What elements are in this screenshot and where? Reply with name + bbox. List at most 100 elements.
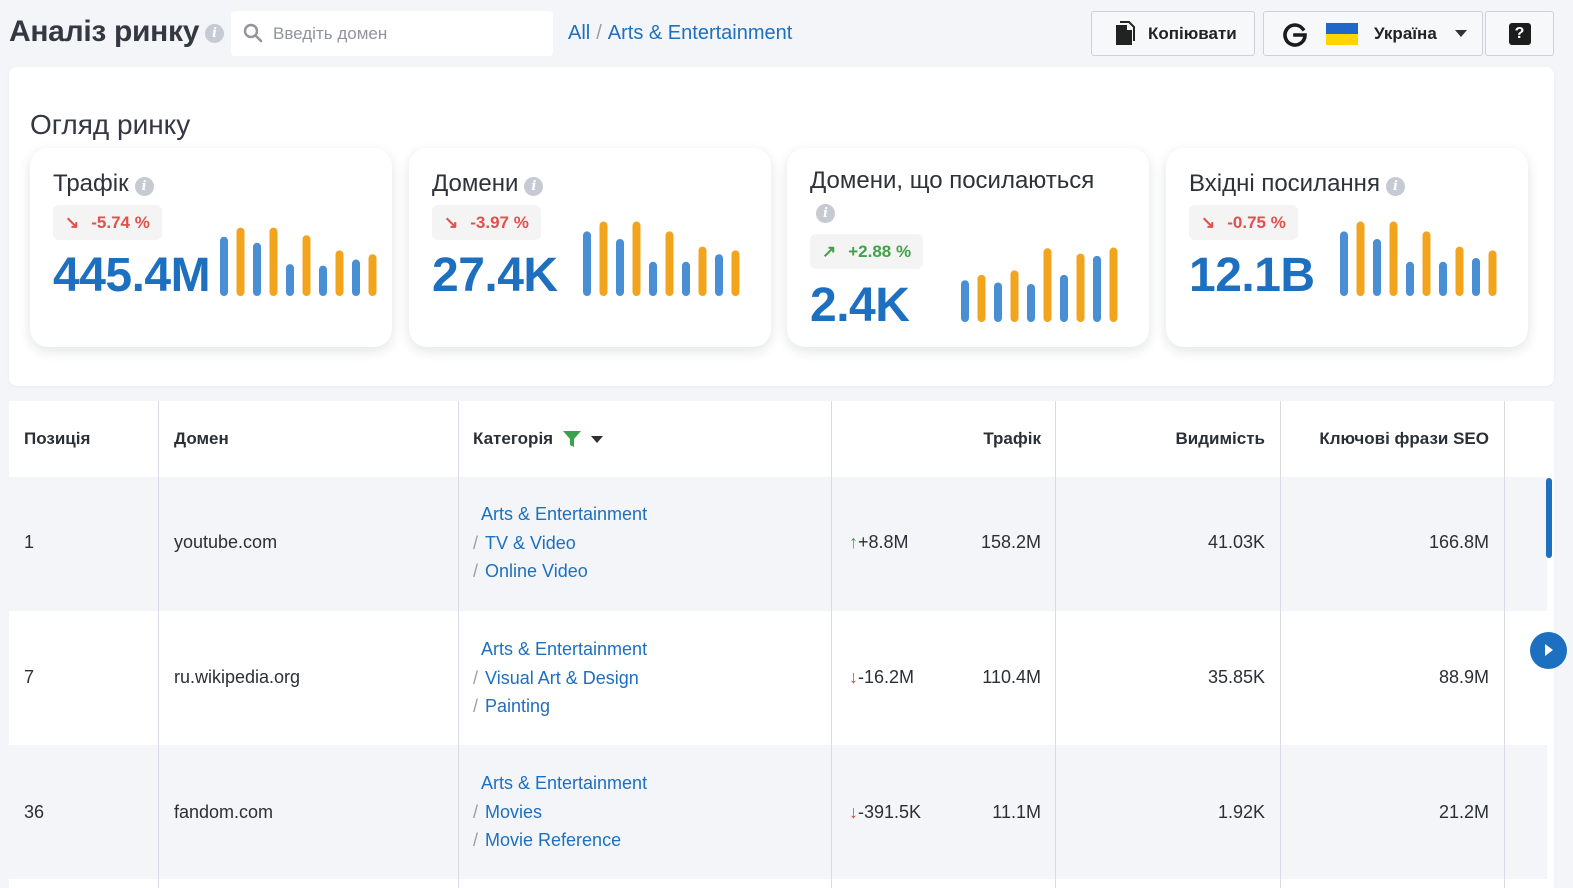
spark-bar: [961, 280, 969, 322]
arrow-down-icon: ↓: [849, 802, 858, 822]
keywords-cell: 166.8M: [1428, 532, 1489, 552]
metric-value: 27.4K: [432, 249, 558, 302]
spark-bar: [368, 254, 377, 296]
copy-button[interactable]: Копіювати: [1091, 11, 1255, 56]
domains-card: Домени i ↘ -3.97 % 27.4K: [409, 148, 771, 347]
category-link[interactable]: Movies: [485, 802, 542, 822]
spark-bar: [269, 227, 278, 296]
search-icon: [243, 23, 263, 43]
domain-cell[interactable]: fandom.com: [174, 802, 273, 823]
market-overview-panel: Огляд ринку Трафік i ↘ -5.74 % 445.4M Доме…: [9, 67, 1554, 386]
keywords-cell: 88.9M: [1438, 667, 1489, 687]
visibility-cell: 35.85K: [1207, 667, 1265, 687]
subcategory: / Movie Reference: [473, 830, 622, 850]
column-divider: [1055, 401, 1056, 888]
arrow-down-right-icon: ↘: [1201, 212, 1216, 232]
spark-bar: [715, 254, 723, 296]
category-link[interactable]: Movie Reference: [485, 830, 621, 850]
spark-bar: [1340, 231, 1348, 296]
trend-value: +8.8M: [858, 532, 909, 552]
search-input[interactable]: [273, 11, 543, 56]
card-title: Домени i: [432, 170, 544, 198]
referring-domains-sparkline: [961, 247, 1118, 322]
subcategory: / Online Video: [473, 561, 588, 581]
chevron-down-icon[interactable]: [591, 435, 604, 443]
subcategory: / Movies: [473, 802, 543, 822]
table-row[interactable]: 7 ru.wikipedia.org Arts & Entertainment …: [9, 611, 1547, 745]
metric-value: 12.1B: [1189, 249, 1315, 302]
card-title: Домени, що посилаються i: [810, 166, 1120, 226]
spark-bar: [1060, 274, 1068, 322]
column-header-position[interactable]: Позиція: [24, 401, 91, 477]
region-selector[interactable]: Україна: [1263, 11, 1483, 56]
traffic-cell: 158.2M: [980, 532, 1041, 552]
spark-bar: [583, 231, 591, 296]
info-icon[interactable]: i: [1385, 177, 1405, 196]
category-link[interactable]: Painting: [485, 696, 550, 716]
spark-bar: [1373, 239, 1381, 296]
table-row[interactable]: 36 fandom.com Arts & Entertainment / Movi…: [9, 745, 1547, 879]
subcategory: / Painting: [473, 696, 551, 716]
column-header-category[interactable]: Категорія: [473, 401, 604, 477]
column-header-traffic[interactable]: Трафік: [849, 401, 1041, 477]
spark-bar: [599, 221, 608, 296]
google-icon: [1283, 22, 1307, 47]
spark-bar: [649, 261, 657, 296]
info-icon[interactable]: i: [205, 24, 224, 43]
copy-label: Копіювати: [1148, 23, 1237, 43]
column-header-keywords[interactable]: Ключові фрази SEO: [1299, 401, 1489, 477]
spark-bar: [302, 235, 311, 296]
delta-value: -3.97 %: [470, 212, 529, 232]
referring-domains-card: Домени, що посилаються i ↗ +2.88 % 2.4K: [787, 148, 1149, 347]
category-link[interactable]: Online Video: [485, 561, 588, 581]
traffic-sparkline: [220, 227, 377, 296]
category-link[interactable]: Arts & Entertainment: [481, 773, 647, 794]
info-icon[interactable]: i: [816, 204, 835, 223]
delta-badge: ↗ +2.88 %: [810, 234, 924, 269]
column-divider: [1280, 401, 1281, 888]
domain-cell[interactable]: ru.wikipedia.org: [174, 667, 300, 688]
help-button[interactable]: ?: [1485, 11, 1554, 56]
category-link[interactable]: Arts & Entertainment: [481, 639, 647, 660]
spark-bar: [731, 250, 740, 296]
metric-value: 2.4K: [810, 279, 910, 332]
breadcrumb-all[interactable]: All: [568, 22, 590, 44]
card-title-text: Вхідні посилання: [1189, 170, 1380, 197]
help-icon: ?: [1508, 22, 1531, 45]
spark-bar: [1422, 231, 1431, 296]
category-link[interactable]: Visual Art & Design: [485, 668, 639, 688]
filter-icon[interactable]: [563, 430, 582, 448]
breadcrumb-category[interactable]: Arts & Entertainment: [608, 22, 793, 44]
card-title: Вхідні посилання i: [1189, 170, 1405, 198]
domain-search[interactable]: [231, 11, 553, 56]
spark-bar: [1076, 253, 1085, 322]
overview-title: Огляд ринку: [30, 109, 191, 140]
spark-bar: [698, 246, 707, 296]
info-icon[interactable]: i: [134, 177, 154, 196]
copy-icon: [1116, 20, 1135, 45]
table-row[interactable]: 1 youtube.com Arts & Entertainment / TV &…: [9, 477, 1547, 611]
vertical-scrollbar[interactable]: [1546, 478, 1552, 558]
spark-bar: [319, 265, 327, 296]
subcategory: / Visual Art & Design: [473, 668, 639, 688]
metric-value: 445.4M: [53, 249, 211, 302]
domain-cell[interactable]: youtube.com: [174, 532, 277, 553]
card-title: Трафік i: [53, 170, 154, 198]
backlinks-sparkline: [1340, 221, 1497, 296]
card-title-text: Трафік: [53, 170, 129, 197]
column-header-domain[interactable]: Домен: [174, 401, 229, 477]
spark-bar: [1010, 270, 1019, 322]
trend-value: -16.2M: [858, 667, 915, 687]
spark-bar: [682, 261, 690, 296]
visibility-cell: 1.92K: [1217, 802, 1265, 822]
category-link[interactable]: TV & Video: [485, 533, 576, 553]
column-header-visibility[interactable]: Видимість: [1069, 401, 1265, 477]
category-link[interactable]: Arts & Entertainment: [481, 504, 647, 525]
position-cell: 1: [24, 532, 35, 552]
info-icon[interactable]: i: [524, 177, 544, 196]
scroll-right-button[interactable]: [1530, 632, 1567, 669]
breadcrumb-separator: /: [596, 22, 602, 44]
arrow-down-icon: ↓: [849, 667, 858, 687]
delta-value: -0.75 %: [1227, 212, 1286, 232]
breadcrumb: All / Arts & Entertainment: [568, 22, 792, 45]
